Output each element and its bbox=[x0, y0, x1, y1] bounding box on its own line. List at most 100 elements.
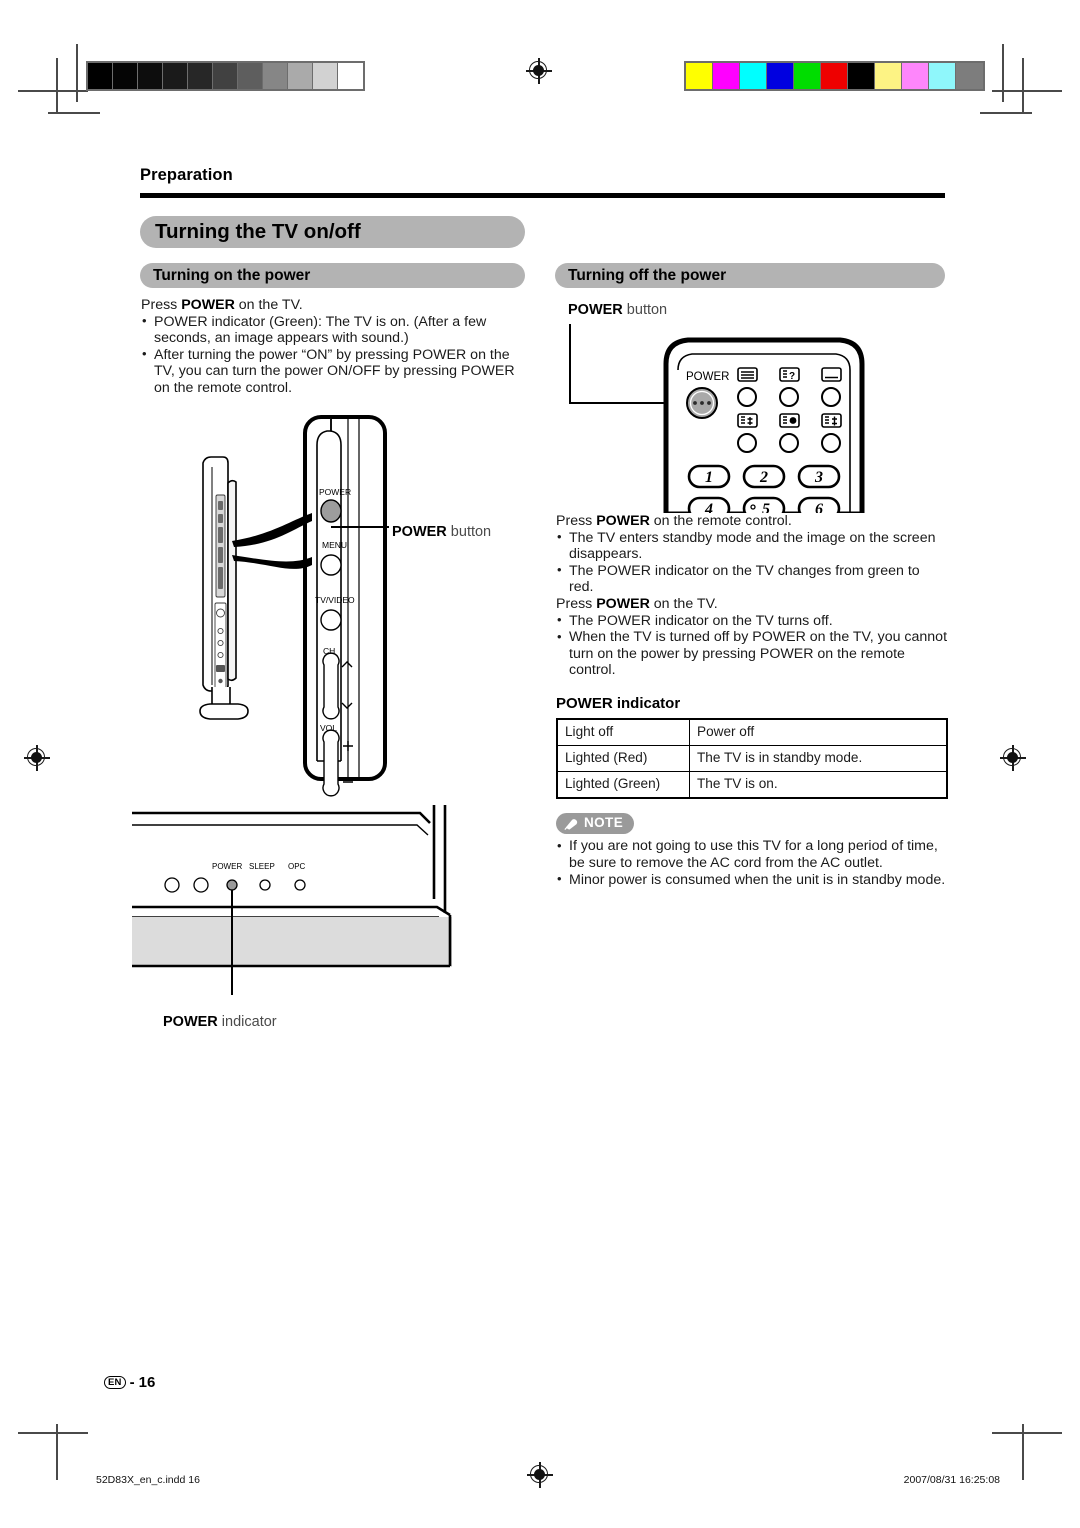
list-item: The POWER indicator on the TV changes fr… bbox=[556, 562, 948, 596]
page-title-text: Turning the TV on/off bbox=[155, 220, 361, 243]
remote-key-6: 6 bbox=[815, 501, 823, 513]
right-lead-line-2: Press POWER on the TV. bbox=[556, 596, 948, 613]
table-cell-state: Lighted (Red) bbox=[556, 745, 690, 772]
table-cell-state: Light off bbox=[556, 718, 690, 746]
note-bullet-0-text: If you are not going to use this TV for … bbox=[569, 838, 938, 871]
list-item: The TV enters standby mode and the image… bbox=[556, 529, 948, 563]
pencil-tag-icon bbox=[564, 819, 578, 830]
table-cell-meaning: The TV is on. bbox=[689, 771, 948, 799]
manual-page: Preparation Turning the TV on/off Turnin… bbox=[0, 0, 1080, 1528]
remote-key-4: 4 bbox=[704, 501, 713, 513]
right-column-body: Press POWER on the remote control. The T… bbox=[556, 513, 948, 679]
note-bullet-1-text: Minor power is consumed when the unit is… bbox=[569, 871, 946, 888]
right-b2-0-text: The POWER indicator on the TV turns off. bbox=[569, 612, 833, 629]
callout-power-indicator-rest: indicator bbox=[217, 1014, 277, 1030]
power-indicator-table-wrap: Light off Power off Lighted (Red) The TV… bbox=[556, 718, 948, 799]
side-panel-menu-button bbox=[320, 554, 342, 576]
callout-power-button-left: POWER button bbox=[392, 524, 491, 540]
svg-text:?: ? bbox=[789, 371, 795, 382]
right-lead1-suffix: on the remote control. bbox=[649, 513, 792, 529]
remote-label-power: POWER bbox=[686, 371, 729, 383]
right-lead2-suffix: on the TV. bbox=[649, 595, 718, 612]
note-badge-label: NOTE bbox=[584, 815, 624, 830]
table-title: POWER indicator bbox=[556, 695, 948, 713]
right-bullet-list-2: The POWER indicator on the TV turns off.… bbox=[556, 612, 948, 679]
side-panel-label-tvvideo: TV/VIDEO bbox=[315, 595, 355, 605]
note-bullet-list: If you are not going to use this TV for … bbox=[556, 838, 948, 888]
right-bullet-list-1: The TV enters standby mode and the image… bbox=[556, 529, 948, 596]
section-heading-turning-on-text: Turning on the power bbox=[153, 266, 311, 284]
power-indicator-table: Light off Power off Lighted (Red) The TV… bbox=[556, 718, 948, 799]
remote-power-dots bbox=[693, 401, 711, 405]
page-number-value: 16 bbox=[138, 1374, 156, 1391]
list-item: Minor power is consumed when the unit is… bbox=[556, 871, 948, 889]
table-cell-meaning: The TV is in standby mode. bbox=[689, 745, 948, 772]
callout-power-button-right-rest: button bbox=[622, 302, 668, 318]
right-lead2-bold: POWER bbox=[596, 595, 650, 612]
tv-front-diagram: POWER SLEEP OPC bbox=[132, 795, 552, 1010]
side-panel-tvvideo-button bbox=[320, 609, 342, 631]
table-row: Lighted (Green) The TV is on. bbox=[556, 771, 948, 799]
table-cell-state: Lighted (Green) bbox=[556, 771, 690, 799]
front-label-opc: OPC bbox=[288, 862, 306, 871]
left-bullet-1-text: After turning the power “ON” by pressing… bbox=[154, 346, 515, 396]
remote-icon-audio bbox=[821, 413, 842, 428]
callout-power-button-left-rest: button bbox=[446, 524, 492, 540]
table-row: Light off Power off bbox=[556, 718, 948, 746]
power-indicator-led bbox=[226, 879, 238, 891]
note-badge: NOTE bbox=[556, 813, 635, 834]
right-lead1-bold: POWER bbox=[596, 513, 650, 529]
side-panel-ch-rocker bbox=[322, 652, 340, 720]
magnifier-connector bbox=[232, 513, 312, 569]
remote-icon-help: ? bbox=[779, 367, 800, 382]
remote-key-5: 5 bbox=[762, 501, 770, 513]
table-cell-meaning: Power off bbox=[689, 718, 948, 746]
page-title: Turning the TV on/off bbox=[140, 216, 525, 248]
right-lead-line-1: Press POWER on the remote control. bbox=[556, 513, 948, 530]
list-item: When the TV is turned off by POWER on th… bbox=[556, 629, 948, 679]
callout-power-button-left-bold: POWER bbox=[392, 524, 447, 540]
callout-power-indicator-bold: POWER bbox=[163, 1014, 218, 1030]
side-panel-power-button bbox=[320, 499, 342, 523]
right-lead2-prefix: Press bbox=[556, 595, 597, 612]
list-item: After turning the power “ON” by pressing… bbox=[141, 346, 531, 397]
list-item: The POWER indicator on the TV turns off. bbox=[556, 612, 948, 630]
right-b1-0-text: The TV enters standby mode and the image… bbox=[569, 529, 936, 563]
left-column-body: Press POWER on the TV. POWER indicator (… bbox=[141, 297, 531, 397]
note-block: NOTE If you are not going to use this TV… bbox=[556, 813, 948, 888]
table-title-text: POWER indicator bbox=[556, 695, 681, 712]
remote-icon-menu bbox=[737, 367, 758, 382]
running-head: Preparation bbox=[140, 166, 233, 184]
left-lead-line: Press POWER on the TV. bbox=[141, 297, 531, 314]
list-item: POWER indicator (Green): The TV is on. (… bbox=[141, 313, 531, 347]
left-lead-prefix: Press bbox=[141, 297, 182, 313]
right-b2-1-text: When the TV is turned off by POWER on th… bbox=[569, 629, 948, 679]
callout-power-indicator: POWER indicator bbox=[163, 1014, 277, 1030]
side-panel-label-menu: MENU bbox=[322, 540, 347, 550]
section-heading-turning-off: Turning off the power bbox=[555, 263, 945, 288]
tv-side-panel-diagram: POWER MENU TV/VIDEO CH VOL bbox=[140, 415, 540, 830]
page-language-badge: EN bbox=[104, 1375, 126, 1390]
side-panel-label-power: POWER bbox=[319, 487, 351, 497]
callout-power-button-right-bold: POWER bbox=[568, 302, 623, 318]
remote-key-1: 1 bbox=[705, 469, 713, 486]
table-row: Lighted (Red) The TV is in standby mode. bbox=[556, 745, 948, 772]
remote-key-3: 3 bbox=[814, 469, 823, 486]
section-heading-turning-off-text: Turning off the power bbox=[568, 266, 727, 284]
left-bullet-0-text: POWER indicator (Green): The TV is on. (… bbox=[154, 313, 487, 347]
side-panel-vol-rocker bbox=[322, 729, 340, 797]
right-lead1-prefix: Press bbox=[556, 513, 597, 529]
remote-icon-caption bbox=[821, 367, 842, 382]
header-rule bbox=[140, 193, 945, 198]
left-bullet-list: POWER indicator (Green): The TV is on. (… bbox=[141, 313, 531, 397]
footer-timestamp: 2007/08/31 16:25:08 bbox=[903, 1474, 1000, 1486]
front-label-sleep: SLEEP bbox=[249, 862, 275, 871]
front-label-power: POWER bbox=[212, 862, 242, 871]
remote-icon-freeze bbox=[737, 413, 758, 428]
right-b1-1-text: The POWER indicator on the TV changes fr… bbox=[569, 562, 920, 596]
callout-power-button-right: POWER button bbox=[568, 302, 667, 318]
remote-icon-picture bbox=[779, 413, 800, 428]
remote-key-2: 2 bbox=[759, 469, 768, 486]
page-number-dash: - bbox=[129, 1374, 135, 1391]
cabinet-band bbox=[132, 917, 452, 967]
